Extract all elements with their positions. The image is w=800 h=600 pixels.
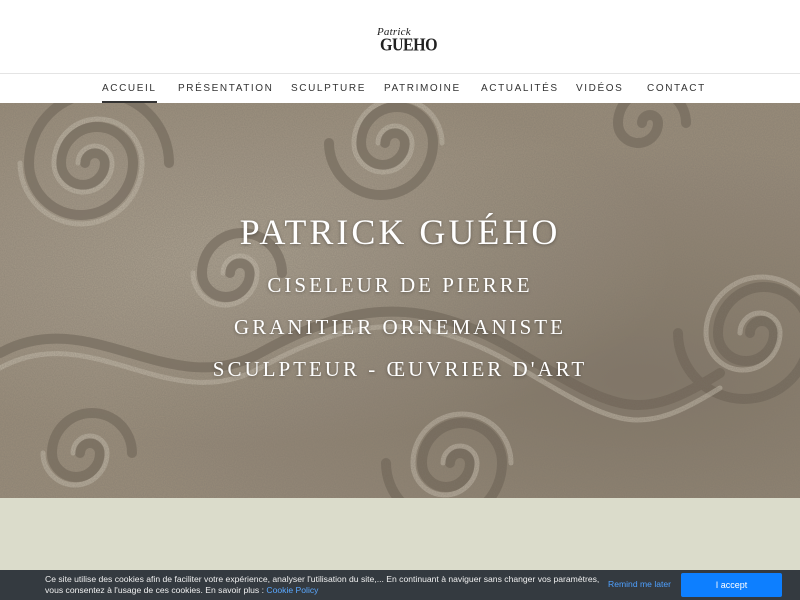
nav-item-contact[interactable]: CONTACT: [647, 74, 706, 103]
accept-cookies-button[interactable]: I accept: [681, 573, 782, 597]
cookie-consent-bar: Ce site utilise des cookies afin de faci…: [0, 570, 800, 600]
remind-later-button[interactable]: Remind me later: [608, 579, 671, 589]
nav-item-accueil[interactable]: ACCUEIL: [102, 74, 157, 103]
site-logo[interactable]: Patrick GUEHO: [377, 26, 438, 56]
cookie-message-text: Ce site utilise des cookies afin de faci…: [45, 574, 600, 595]
nav-item-patrimoine[interactable]: PATRIMOINE: [384, 74, 461, 103]
cookie-message: Ce site utilise des cookies afin de faci…: [45, 574, 605, 596]
nav-item-presentation[interactable]: PRÉSENTATION: [178, 74, 274, 103]
hero-subtitle-1: CISELEUR DE PIERRE: [267, 273, 533, 297]
site-header: Patrick GUEHO: [0, 0, 800, 73]
nav-item-actualites[interactable]: ACTUALITÉS: [481, 74, 559, 103]
hero-subtitle-3: SCULPTEUR - ŒUVRIER D'ART: [212, 357, 588, 381]
cookie-policy-link[interactable]: Cookie Policy: [266, 585, 318, 595]
hero-subtitle-2: GRANITIER ORNEMANISTE: [234, 315, 566, 339]
main-nav: ACCUEIL PRÉSENTATION SCULPTURE PATRIMOIN…: [0, 73, 800, 103]
hero-banner: PATRICK GUÉHO CISELEUR DE PIERRE GRANITI…: [0, 103, 800, 498]
stone-spiral-texture: [0, 103, 800, 498]
nav-item-videos[interactable]: VIDÉOS: [576, 74, 623, 103]
logo-last-name: GUEHO: [380, 36, 438, 55]
nav-item-sculpture[interactable]: SCULPTURE: [291, 74, 366, 103]
hero-title: PATRICK GUÉHO: [239, 212, 561, 252]
content-band: [0, 498, 800, 570]
